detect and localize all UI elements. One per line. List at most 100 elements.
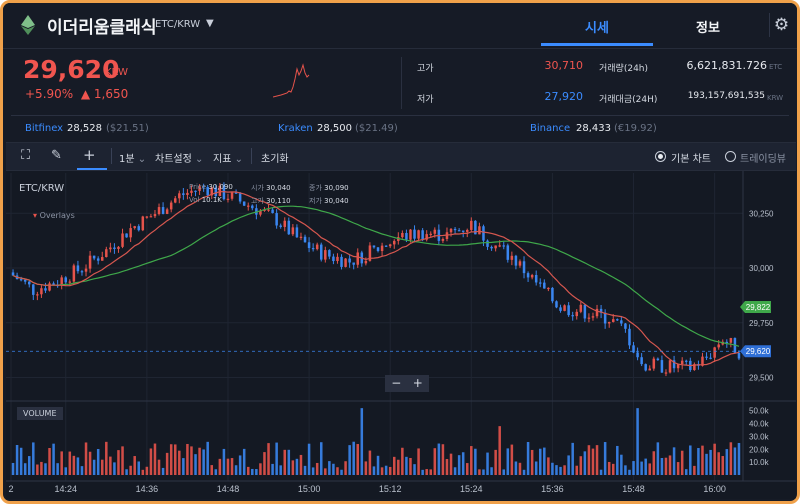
tradingview-radio[interactable] (725, 151, 736, 162)
candle-body (684, 360, 688, 362)
volume-panel-label: VOLUME (17, 407, 63, 420)
candle-body (32, 284, 35, 295)
candle-body (275, 213, 278, 226)
volume-bar (538, 448, 542, 475)
candle-body (92, 255, 96, 259)
volume-bar (287, 449, 291, 475)
exchange-name-bitfinex[interactable]: Bitfinex (25, 123, 63, 134)
volume-bar (445, 459, 449, 475)
volume-bar (502, 469, 506, 475)
volume-bar (595, 445, 599, 475)
volume-bar (11, 462, 15, 475)
x-tick-label: 15:00 (298, 484, 321, 494)
candle-body (603, 312, 607, 324)
volume-bar (60, 451, 63, 475)
volume-unit: ETC (769, 63, 783, 71)
crosshair-icon[interactable]: + (83, 146, 96, 164)
volume-bar (360, 408, 364, 475)
volume-bar (129, 465, 132, 475)
low-label: 저가 (417, 95, 434, 105)
pencil-icon[interactable]: ✎ (51, 148, 62, 163)
volume-bar (145, 466, 149, 475)
chart-settings-menu[interactable]: 차트설정 ⌄ (155, 150, 203, 165)
divider (401, 57, 402, 109)
amount-label: 거래대금(24H) (599, 95, 658, 105)
volume-bar (336, 467, 339, 475)
candle-body (538, 282, 542, 284)
volume-bar (319, 442, 323, 475)
candle-body (125, 233, 128, 238)
pair-selector[interactable]: ETC/KRW (155, 19, 200, 30)
reset-button[interactable]: 초기화 (261, 150, 289, 165)
fullscreen-icon[interactable]: ⛶ (21, 148, 30, 163)
candle-body (729, 338, 733, 343)
x-tick-label: 2 (8, 484, 13, 494)
volume-bar (510, 444, 514, 475)
volume-bar (494, 449, 497, 475)
ohlc-high: 고가 30,110 (251, 197, 291, 205)
candle-body (510, 255, 514, 260)
volume-bar (226, 458, 230, 475)
candle-body (453, 228, 457, 231)
volume-bar (607, 461, 611, 475)
volume-bar (299, 454, 303, 475)
candle-body (96, 258, 100, 261)
zoom-in-button[interactable]: + (413, 376, 423, 390)
volume-bar (530, 449, 534, 475)
volume-bar (291, 460, 295, 475)
amount-value: 193,157,691,535 (687, 91, 765, 101)
volume-bar (279, 465, 282, 475)
candle-body (19, 279, 23, 281)
tab-market[interactable]: 시세 (541, 17, 653, 36)
candle-body (328, 250, 331, 257)
volume-bar (113, 462, 116, 475)
exchange-name-kraken[interactable]: Kraken (278, 123, 313, 134)
candle-body (145, 216, 149, 218)
overlays-toggle[interactable]: ▾ Overlays (33, 211, 75, 220)
volume-bar (392, 456, 396, 475)
interval-select[interactable]: 1분 ⌄ (119, 150, 146, 165)
x-tick-label: 15:24 (460, 484, 483, 494)
indicators-menu[interactable]: 지표 ⌄ (213, 150, 243, 165)
volume-bar (64, 467, 68, 475)
chevron-down-icon[interactable]: ▼ (206, 18, 214, 29)
volume-bar (709, 449, 712, 475)
candle-body (336, 256, 339, 262)
volume-bar (490, 467, 493, 475)
candle-body (490, 246, 493, 249)
tab-active-indicator (541, 43, 653, 46)
candle-body (429, 233, 433, 235)
zoom-out-button[interactable]: − (391, 376, 401, 390)
candle-body (465, 229, 469, 232)
volume-bar (713, 443, 716, 475)
volume-bar (230, 458, 234, 475)
gear-icon[interactable]: ⚙ (769, 13, 793, 37)
candle-body (169, 202, 173, 210)
candle-body (409, 229, 412, 240)
tool-active-indicator (77, 168, 107, 170)
candle-body (117, 246, 120, 249)
volume-bar (178, 450, 181, 475)
candlestick-chart[interactable]: 2 14:24 14:36 14:48 15:00 15:12 15:24 15:36 15:4… (3, 171, 797, 499)
volume-bar (733, 447, 737, 475)
volume-bar (705, 453, 708, 475)
candle-body (88, 255, 92, 269)
coin-name: 이더리움클래식 (47, 18, 157, 38)
volume-bar (356, 444, 360, 475)
candle-body (644, 364, 647, 371)
volume-tick-label: 30.0k (749, 432, 770, 441)
basic-chart-label[interactable]: 기본 차트 (671, 150, 711, 165)
tradingview-label[interactable]: 트레이딩뷰 (740, 150, 786, 165)
volume-bar (676, 462, 680, 475)
tab-info[interactable]: 정보 (663, 17, 753, 36)
volume-bar (149, 448, 153, 475)
ma-long-value-tag: 29,822 (746, 303, 771, 312)
candle-body (611, 319, 615, 322)
candle-body (84, 268, 88, 272)
volume-bar (567, 455, 570, 475)
candle-body (656, 358, 660, 361)
volume-bar (470, 446, 473, 475)
basic-chart-radio[interactable] (655, 151, 666, 162)
exchange-name-binance[interactable]: Binance (530, 123, 570, 134)
high-value: 30,710 (544, 59, 584, 72)
